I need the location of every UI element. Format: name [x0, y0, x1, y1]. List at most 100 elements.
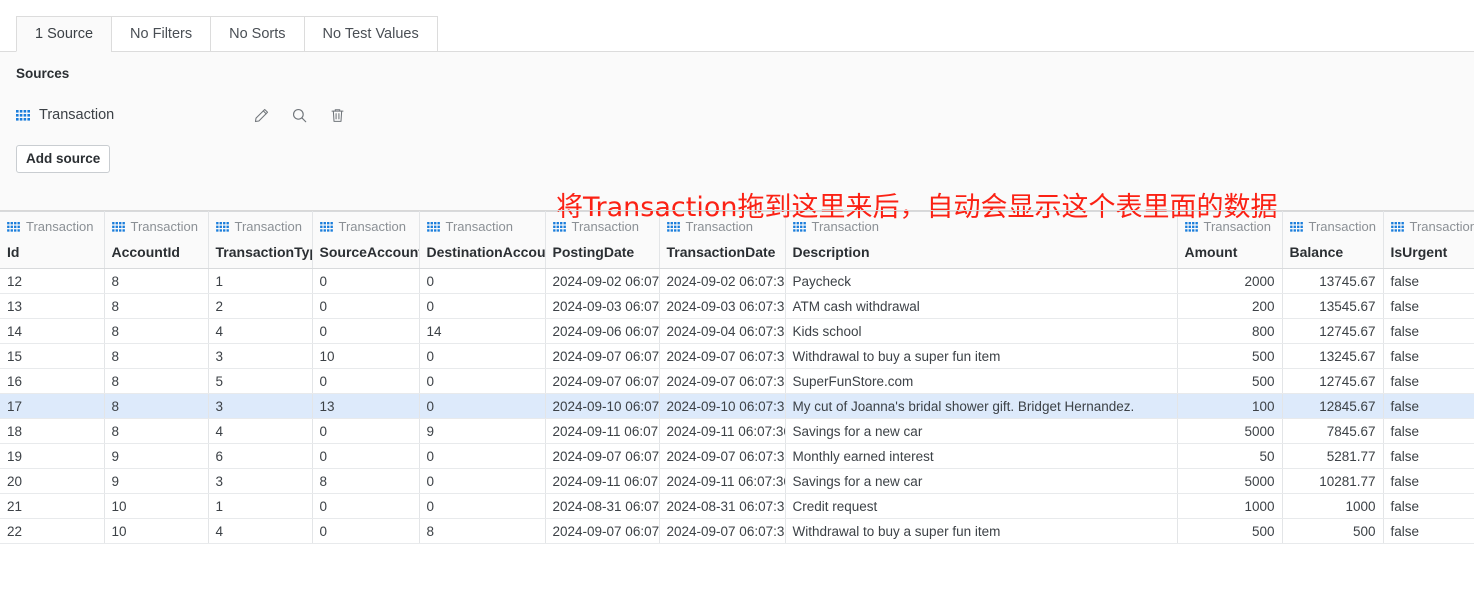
delete-trash-icon[interactable] [328, 106, 346, 124]
cell-destinationaccount[interactable]: 0 [419, 443, 546, 469]
results-grid-container[interactable]: Transaction Id Transaction AccountId Transac… [0, 211, 1474, 595]
cell-transactiontype[interactable]: 5 [208, 368, 313, 394]
cell-isurgent[interactable]: false [1383, 418, 1474, 444]
cell-description[interactable]: My cut of Joanna's bridal shower gift. B… [785, 393, 1178, 419]
cell-balance[interactable]: 1000 [1282, 493, 1384, 519]
cell-destinationaccount[interactable]: 8 [419, 518, 546, 544]
cell-balance[interactable]: 12745.67 [1282, 318, 1384, 344]
grid-header-transactiontype[interactable]: Transaction TransactionType [208, 211, 313, 269]
cell-sourceaccount[interactable]: 0 [312, 443, 420, 469]
cell-accountid[interactable]: 10 [104, 518, 209, 544]
cell-id[interactable]: 22 [0, 518, 105, 544]
cell-transactiontype[interactable]: 1 [208, 493, 313, 519]
cell-balance[interactable]: 10281.77 [1282, 468, 1384, 494]
cell-id[interactable]: 21 [0, 493, 105, 519]
cell-isurgent[interactable]: false [1383, 343, 1474, 369]
cell-destinationaccount[interactable]: 0 [419, 343, 546, 369]
cell-sourceaccount[interactable]: 0 [312, 293, 420, 319]
cell-description[interactable]: Kids school [785, 318, 1178, 344]
cell-isurgent[interactable]: false [1383, 493, 1474, 519]
cell-id[interactable]: 19 [0, 443, 105, 469]
cell-description[interactable]: ATM cash withdrawal [785, 293, 1178, 319]
grid-header-balance[interactable]: Transaction Balance [1282, 211, 1384, 269]
cell-sourceaccount[interactable]: 13 [312, 393, 420, 419]
cell-amount[interactable]: 500 [1177, 343, 1283, 369]
cell-sourceaccount[interactable]: 0 [312, 368, 420, 394]
cell-accountid[interactable]: 8 [104, 293, 209, 319]
table-row[interactable]: 22104082024-09-07 06:07:362024-09-07 06:… [0, 518, 1474, 544]
cell-description[interactable]: Paycheck [785, 268, 1178, 294]
cell-amount[interactable]: 5000 [1177, 468, 1283, 494]
grid-header-isurgent[interactable]: Transaction IsUrgent [1383, 211, 1474, 269]
cell-description[interactable]: Savings for a new car [785, 418, 1178, 444]
cell-destinationaccount[interactable]: 0 [419, 468, 546, 494]
cell-postingdate[interactable]: 2024-09-07 06:07:36 [545, 518, 660, 544]
tab-no-test-values[interactable]: No Test Values [303, 16, 438, 52]
cell-transactiontype[interactable]: 2 [208, 293, 313, 319]
tab-no-sorts[interactable]: No Sorts [210, 16, 305, 52]
cell-postingdate[interactable]: 2024-09-06 06:07:36 [545, 318, 660, 344]
cell-id[interactable]: 13 [0, 293, 105, 319]
cell-destinationaccount[interactable]: 14 [419, 318, 546, 344]
cell-postingdate[interactable]: 2024-08-31 06:07:36 [545, 493, 660, 519]
cell-description[interactable]: Withdrawal to buy a super fun item [785, 518, 1178, 544]
cell-postingdate[interactable]: 2024-09-03 06:07:36 [545, 293, 660, 319]
cell-balance[interactable]: 13545.67 [1282, 293, 1384, 319]
cell-description[interactable]: Savings for a new car [785, 468, 1178, 494]
cell-balance[interactable]: 13745.67 [1282, 268, 1384, 294]
cell-amount[interactable]: 800 [1177, 318, 1283, 344]
grid-header-destinationaccount[interactable]: Transaction DestinationAccount [419, 211, 546, 269]
cell-accountid[interactable]: 9 [104, 443, 209, 469]
grid-header-id[interactable]: Transaction Id [0, 211, 105, 269]
cell-accountid[interactable]: 8 [104, 343, 209, 369]
cell-destinationaccount[interactable]: 0 [419, 368, 546, 394]
cell-transactiondate[interactable]: 2024-09-11 06:07:36 [659, 418, 786, 444]
cell-amount[interactable]: 500 [1177, 518, 1283, 544]
edit-pencil-icon[interactable] [252, 106, 270, 124]
cell-id[interactable]: 12 [0, 268, 105, 294]
cell-isurgent[interactable]: false [1383, 443, 1474, 469]
cell-destinationaccount[interactable]: 9 [419, 418, 546, 444]
cell-amount[interactable]: 500 [1177, 368, 1283, 394]
tab-no-filters[interactable]: No Filters [111, 16, 212, 52]
cell-accountid[interactable]: 8 [104, 268, 209, 294]
cell-amount[interactable]: 100 [1177, 393, 1283, 419]
cell-sourceaccount[interactable]: 0 [312, 493, 420, 519]
cell-id[interactable]: 16 [0, 368, 105, 394]
cell-id[interactable]: 20 [0, 468, 105, 494]
grid-header-accountid[interactable]: Transaction AccountId [104, 211, 209, 269]
table-row[interactable]: 1281002024-09-02 06:07:362024-09-02 06:0… [0, 268, 1474, 294]
cell-balance[interactable]: 12745.67 [1282, 368, 1384, 394]
cell-postingdate[interactable]: 2024-09-07 06:07:36 [545, 343, 660, 369]
cell-accountid[interactable]: 8 [104, 368, 209, 394]
cell-balance[interactable]: 5281.77 [1282, 443, 1384, 469]
cell-accountid[interactable]: 8 [104, 418, 209, 444]
table-row[interactable]: 1382002024-09-03 06:07:362024-09-03 06:0… [0, 293, 1474, 319]
cell-destinationaccount[interactable]: 0 [419, 293, 546, 319]
cell-postingdate[interactable]: 2024-09-11 06:07:36 [545, 418, 660, 444]
cell-accountid[interactable]: 9 [104, 468, 209, 494]
cell-transactiontype[interactable]: 1 [208, 268, 313, 294]
cell-isurgent[interactable]: false [1383, 293, 1474, 319]
cell-amount[interactable]: 2000 [1177, 268, 1283, 294]
cell-description[interactable]: Monthly earned interest [785, 443, 1178, 469]
cell-accountid[interactable]: 10 [104, 493, 209, 519]
cell-balance[interactable]: 500 [1282, 518, 1384, 544]
cell-sourceaccount[interactable]: 8 [312, 468, 420, 494]
cell-transactiondate[interactable]: 2024-08-31 06:07:36 [659, 493, 786, 519]
cell-balance[interactable]: 12845.67 [1282, 393, 1384, 419]
cell-transactiondate[interactable]: 2024-09-11 06:07:36 [659, 468, 786, 494]
table-row[interactable]: 2093802024-09-11 06:07:362024-09-11 06:0… [0, 468, 1474, 494]
cell-isurgent[interactable]: false [1383, 268, 1474, 294]
cell-transactiondate[interactable]: 2024-09-07 06:07:36 [659, 368, 786, 394]
cell-postingdate[interactable]: 2024-09-10 06:07:36 [545, 393, 660, 419]
cell-destinationaccount[interactable]: 0 [419, 393, 546, 419]
cell-postingdate[interactable]: 2024-09-02 06:07:36 [545, 268, 660, 294]
cell-sourceaccount[interactable]: 0 [312, 418, 420, 444]
table-row[interactable]: 17831302024-09-10 06:07:362024-09-10 06:… [0, 393, 1474, 419]
cell-accountid[interactable]: 8 [104, 393, 209, 419]
cell-amount[interactable]: 50 [1177, 443, 1283, 469]
cell-isurgent[interactable]: false [1383, 468, 1474, 494]
cell-transactiontype[interactable]: 4 [208, 518, 313, 544]
cell-postingdate[interactable]: 2024-09-11 06:07:36 [545, 468, 660, 494]
